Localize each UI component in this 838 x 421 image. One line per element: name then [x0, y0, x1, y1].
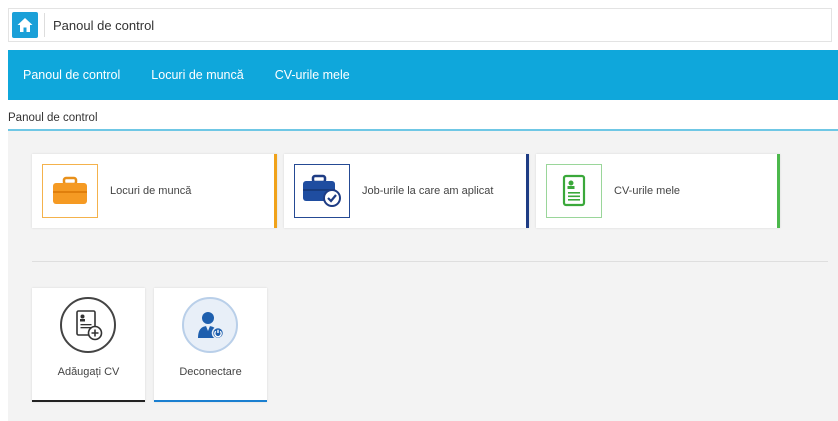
- nav-item-dashboard[interactable]: Panoul de control: [23, 68, 120, 82]
- card-jobs[interactable]: Locuri de muncă: [32, 154, 277, 228]
- card-my-cvs-label: CV-urile mele: [614, 185, 681, 197]
- user-logout-icon: [198, 312, 225, 340]
- card-my-cvs-icon-box: [546, 164, 602, 218]
- card-applied-jobs-label: Job-urile la care am aplicat: [362, 185, 494, 197]
- card-jobs-icon-box: [42, 164, 98, 218]
- card-applied-jobs-icon-box: [294, 164, 350, 218]
- add-cv-button[interactable]: Adăugați CV: [32, 288, 145, 402]
- briefcase-check-icon: [303, 174, 341, 207]
- logout-icon-circle: [182, 297, 238, 353]
- page-title: Panoul de control: [8, 112, 98, 124]
- add-cv-icon-circle: [60, 297, 116, 353]
- nav-item-my-cvs[interactable]: CV-urile mele: [275, 68, 350, 82]
- card-jobs-label: Locuri de muncă: [110, 185, 192, 197]
- briefcase-icon: [53, 176, 87, 204]
- home-icon: [17, 18, 33, 32]
- main-nav: Panoul de control Locuri de muncă CV-uri…: [8, 50, 838, 100]
- card-my-cvs[interactable]: CV-urile mele: [536, 154, 780, 228]
- breadcrumb-separator: [44, 13, 45, 37]
- card-applied-jobs[interactable]: Job-urile la care am aplicat: [284, 154, 529, 228]
- content-divider: [32, 261, 828, 262]
- logout-label: Deconectare: [179, 366, 242, 378]
- nav-item-jobs[interactable]: Locuri de muncă: [151, 68, 243, 82]
- logout-button[interactable]: Deconectare: [154, 288, 267, 402]
- add-cv-icon: [76, 310, 103, 341]
- breadcrumb-title: Panoul de control: [53, 17, 155, 33]
- dashboard-content: Locuri de muncă Job-urile la care am apl…: [8, 131, 838, 421]
- breadcrumb-bar: Panoul de control: [8, 8, 832, 42]
- cv-document-icon: [562, 174, 586, 207]
- add-cv-label: Adăugați CV: [57, 366, 120, 378]
- home-button[interactable]: [12, 12, 38, 38]
